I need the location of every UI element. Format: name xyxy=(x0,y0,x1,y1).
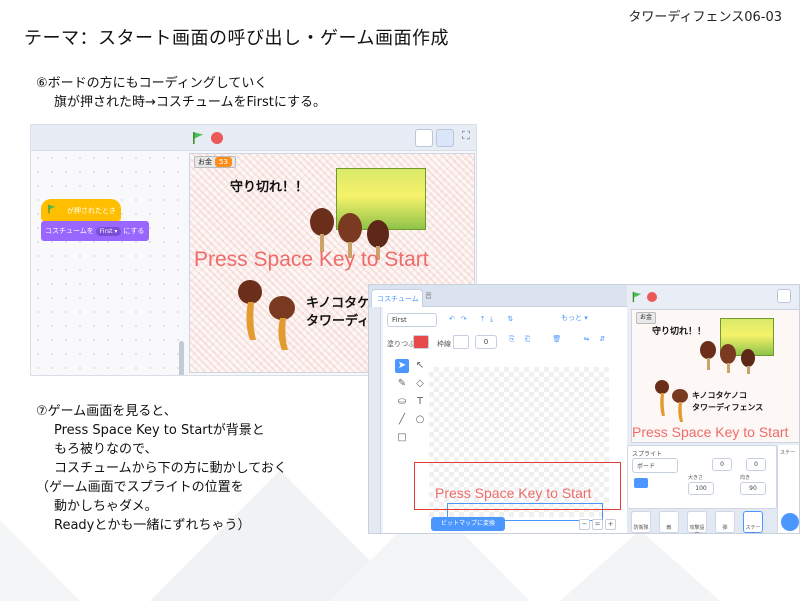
series-label: タワーディフェンス06-03 xyxy=(628,10,782,25)
sprite-info-panel: スプライト ボード 0 0 大きさ 100 向き 90 xyxy=(627,445,777,509)
zoom-reset-button[interactable]: = xyxy=(592,519,603,530)
y-field[interactable]: 0 xyxy=(746,458,766,471)
variable-monitor: お金 xyxy=(636,312,657,324)
stage-slogan: 守り切れ！！ xyxy=(230,180,309,195)
variable-monitor: お金 53 xyxy=(194,156,236,168)
zoom-out-button[interactable]: − xyxy=(579,519,590,530)
step7-line: Readyとかも一緒にずれちゃう） xyxy=(54,518,251,533)
size-label: 大きさ xyxy=(688,475,704,481)
text-tool-icon[interactable]: T xyxy=(413,395,427,409)
sprite-thumbnail[interactable]: 敵 xyxy=(659,511,679,533)
step7-line: もろ被りなので、 xyxy=(54,442,158,457)
direction-field[interactable]: 90 xyxy=(740,482,766,495)
mushroom-cluster-image xyxy=(655,380,688,422)
convert-to-bitmap-button[interactable]: ビットマップに変換 xyxy=(431,517,505,531)
stage-toolbar: ⛶ xyxy=(31,125,476,151)
press-space-overlay: Press Space Key to Start xyxy=(632,424,789,440)
small-stage-icon[interactable] xyxy=(415,129,433,147)
costume-name-field[interactable]: First xyxy=(387,313,437,327)
looks-suffix: にする xyxy=(123,227,145,235)
costume-list-strip[interactable] xyxy=(369,307,381,533)
show-toggle-icon[interactable] xyxy=(634,478,648,488)
costume-dropdown[interactable]: First ▾ xyxy=(95,227,122,236)
direction-label: 向き xyxy=(740,475,751,481)
step6-line1: ⑥ボードの方にもコーディングしていく xyxy=(36,76,268,91)
sprite-list: 防衛隊 敵 攻撃設定 弾 ステージ xyxy=(627,509,777,533)
code-area[interactable]: が押されたとき コスチュームを First ▾ にする xyxy=(31,151,184,375)
circle-tool-icon[interactable]: ○ xyxy=(413,413,427,427)
arrange-icons[interactable]: ↶↷ ⤒⤓ ⇅ xyxy=(449,315,519,324)
step7-text: ⑦ゲーム画面を見ると、 Press Space Key to Startが背景と… xyxy=(36,402,287,535)
backdrop-column: ステー xyxy=(777,445,799,533)
choose-backdrop-icon[interactable] xyxy=(781,513,799,531)
hat-block-label: が押されたとき xyxy=(67,207,116,215)
step7-line: 動かしちゃダメ。 xyxy=(54,499,158,514)
sprite-thumbnail[interactable]: 弾 xyxy=(715,511,735,533)
size-field[interactable]: 100 xyxy=(688,482,714,495)
step7-line: コスチュームから下の方に動かしておく xyxy=(54,461,287,476)
outline-width-field[interactable]: 0 xyxy=(475,335,497,349)
highlight-box xyxy=(414,462,621,510)
tab-sounds[interactable]: 音 xyxy=(425,291,432,301)
step7-line: ⑦ゲーム画面を見ると、 xyxy=(36,404,177,419)
variable-value: 53 xyxy=(215,157,232,167)
fullscreen-icon[interactable]: ⛶ xyxy=(457,129,475,147)
outline-color-swatch[interactable] xyxy=(453,335,469,349)
stop-icon[interactable] xyxy=(647,292,657,302)
step7-line: （ゲーム画面でスプライトの位置を xyxy=(36,480,244,495)
mushroom-group-image xyxy=(700,341,755,374)
step7-line: Press Space Key to Startが背景と xyxy=(54,423,265,438)
green-flag-icon[interactable] xyxy=(191,131,205,145)
tab-costumes[interactable]: コスチューム xyxy=(371,289,423,307)
x-field[interactable]: 0 xyxy=(712,458,732,471)
stage-preview[interactable]: お金 守り切れ！！ キノコタケノコ タワーディフェンス Press Space … xyxy=(631,309,799,443)
sprite-thumbnail[interactable]: 攻撃設定 xyxy=(687,511,707,533)
stage-title-line2: タワーディフェンス xyxy=(306,314,366,329)
code-scrollbar[interactable] xyxy=(179,341,184,375)
sprite-name-field[interactable]: ボード xyxy=(632,458,678,473)
eraser-tool-icon[interactable]: ◇ xyxy=(413,377,427,391)
stage-label: ステー xyxy=(780,450,796,456)
page-title: テーマ：スタート画面の呼び出し・ゲーム画面作成 xyxy=(24,28,449,49)
small-stage-icon[interactable] xyxy=(777,289,791,303)
switch-costume-block[interactable]: コスチュームを First ▾ にする xyxy=(41,221,149,241)
press-space-overlay: Press Space Key to Start xyxy=(194,248,429,271)
stage-title-line2: タワーディフェンス xyxy=(692,403,764,412)
sprite-thumbnail[interactable]: 防衛隊 xyxy=(631,511,651,533)
when-flag-clicked-block[interactable]: が押されたとき xyxy=(41,199,121,221)
stage-title-line1: キノコタケノコ xyxy=(692,391,747,400)
fill-tool-icon[interactable]: ⛀ xyxy=(395,395,409,409)
fill-color-swatch[interactable] xyxy=(413,335,429,349)
sprite-label: スプライト xyxy=(632,451,663,458)
reshape-tool-icon[interactable]: ↖ xyxy=(413,359,427,373)
stop-icon[interactable] xyxy=(211,132,223,144)
mushroom-cluster-image xyxy=(238,280,295,350)
brush-tool-icon[interactable]: ✎ xyxy=(395,377,409,391)
edit-icons[interactable]: ⎘⎗ 🗑 ⇋⇵ xyxy=(509,335,615,344)
green-flag-icon[interactable] xyxy=(631,291,643,303)
outline-label: 枠線 xyxy=(437,340,451,348)
step6-line2: 旗が押された時→コスチュームをFirstにする。 xyxy=(54,95,326,110)
rectangle-tool-icon[interactable]: □ xyxy=(395,431,409,445)
sprite-thumbnail[interactable]: ステージ xyxy=(743,511,763,533)
stage-slogan: 守り切れ！！ xyxy=(652,327,707,337)
select-tool-icon[interactable]: ➤ xyxy=(395,359,409,373)
looks-prefix: コスチュームを xyxy=(45,227,94,235)
variable-name: お金 xyxy=(198,158,212,166)
zoom-in-button[interactable]: + xyxy=(605,519,616,530)
flag-icon xyxy=(48,204,56,214)
more-menu[interactable]: もっと ▾ xyxy=(561,313,588,323)
line-tool-icon[interactable]: ╱ xyxy=(395,413,409,427)
normal-stage-icon[interactable] xyxy=(436,129,454,147)
